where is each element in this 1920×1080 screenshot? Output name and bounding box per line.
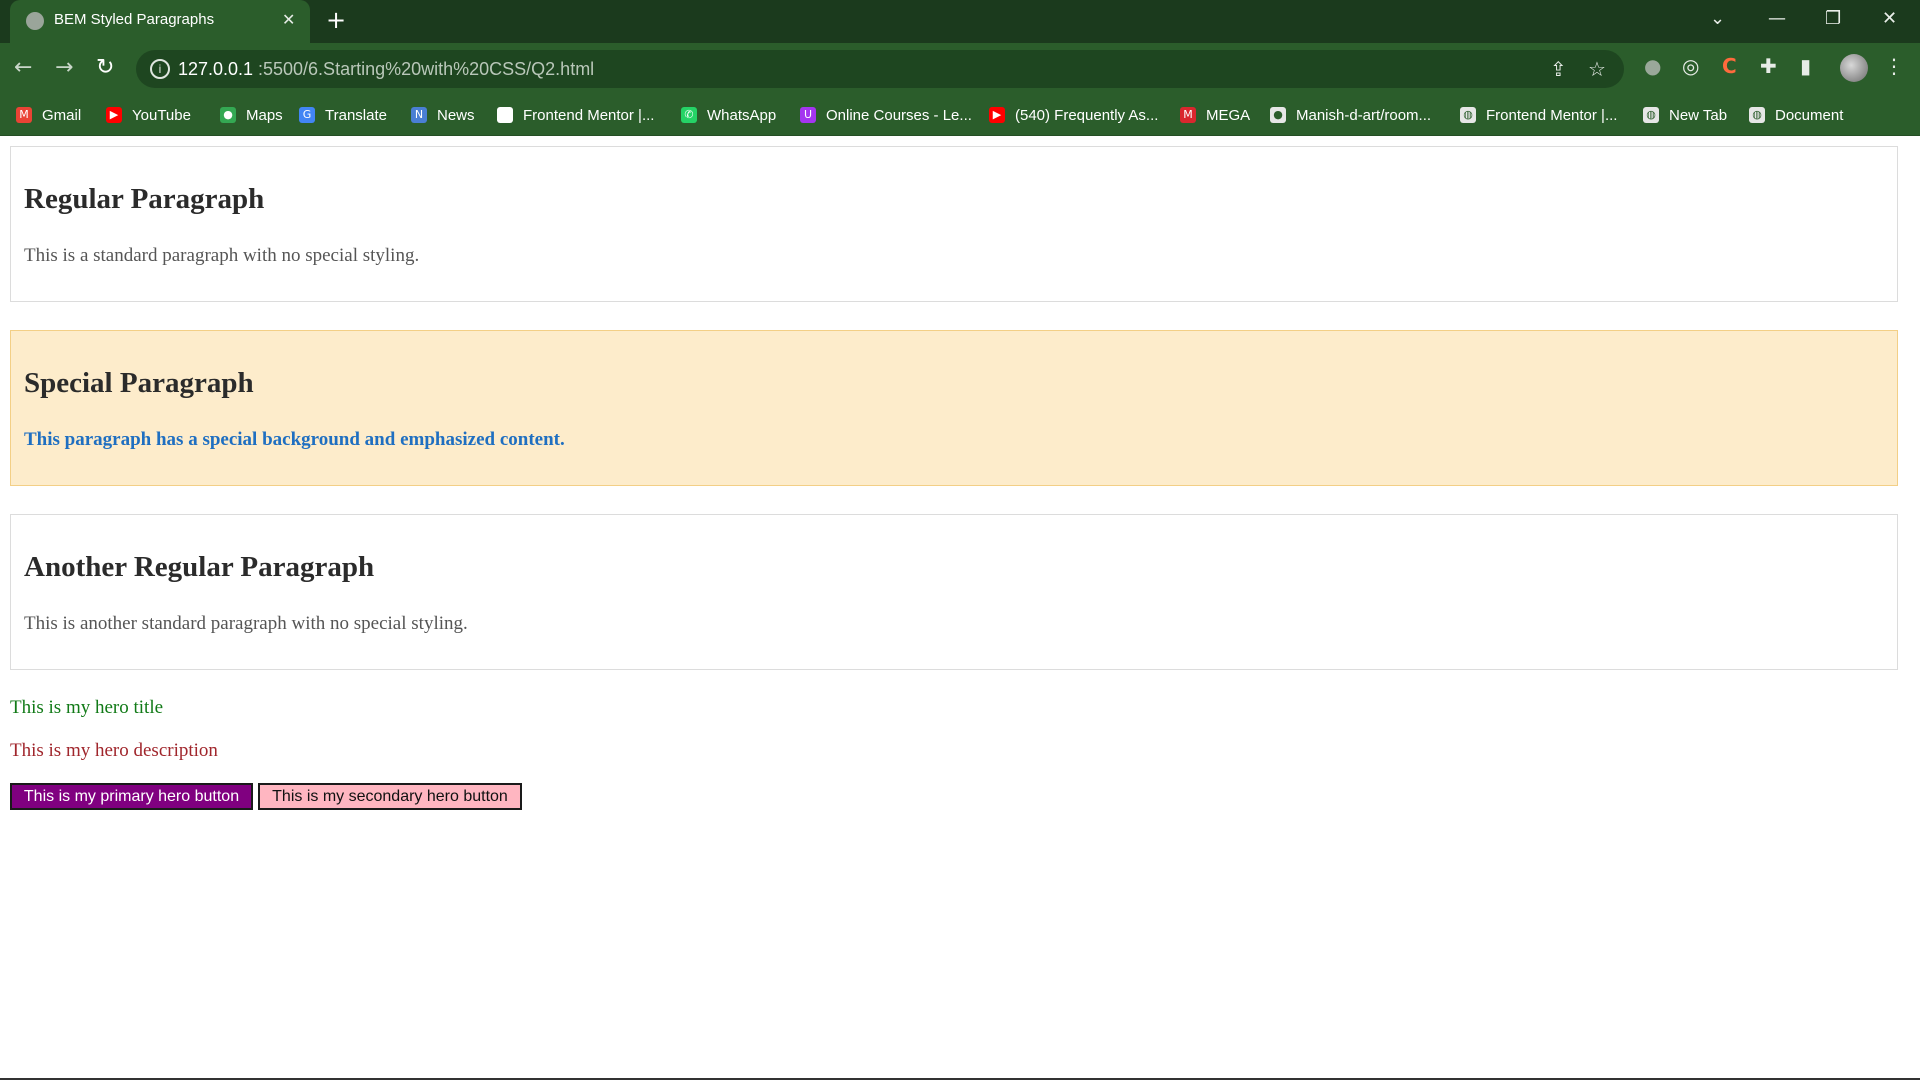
bookmark-item[interactable]: ◍ Frontend Mentor |...	[1460, 103, 1617, 127]
site-info-icon[interactable]: i	[150, 59, 170, 79]
udemy-icon: U	[800, 107, 816, 123]
bookmark-item[interactable]: ✆ WhatsApp	[681, 103, 776, 127]
youtube-icon: ▶	[989, 107, 1005, 123]
special-paragraph-card: Special Paragraph This paragraph has a s…	[10, 330, 1898, 486]
hero-title: This is my hero title	[10, 697, 164, 718]
bookmark-item[interactable]: ● Maps	[220, 103, 283, 127]
bookmark-label: Gmail	[42, 106, 82, 124]
page-content: Regular Paragraph This is a standard par…	[0, 136, 1920, 1080]
bookmark-label: MEGA	[1206, 106, 1251, 124]
bookmark-label: Frontend Mentor |...	[1486, 106, 1618, 124]
regular-paragraph-card: Regular Paragraph This is a standard par…	[10, 146, 1898, 302]
bookmark-label: WhatsApp	[707, 106, 777, 124]
another-regular-paragraph-card: Another Regular Paragraph This is anothe…	[10, 514, 1898, 670]
bookmark-item[interactable]: U Online Courses - Le...	[800, 103, 972, 127]
menu-kebab-icon[interactable]: ⋮	[1884, 54, 1904, 78]
bookmark-item[interactable]: M Gmail	[16, 103, 81, 127]
bookmark-item[interactable]: ◍ Document	[1749, 103, 1843, 127]
browser-toolbar: ← → ↻ i 127.0.0.1 :5500/6.Starting%20wit…	[0, 43, 1920, 95]
bookmark-label: News	[437, 106, 475, 124]
profile-avatar[interactable]	[1840, 54, 1868, 82]
bookmark-label: Maps	[246, 106, 283, 124]
bookmarks-bar: M Gmail ▶ YouTube ● Maps G Translate N News Fronte…	[0, 95, 1920, 136]
close-window-icon[interactable]: ✕	[1882, 8, 1897, 29]
address-bar[interactable]: i 127.0.0.1 :5500/6.Starting%20with%20CS…	[136, 50, 1624, 88]
maps-icon: ●	[220, 107, 236, 123]
restore-icon[interactable]: ❐	[1825, 8, 1841, 29]
bookmark-item[interactable]: ◍ New Tab	[1643, 103, 1727, 127]
card-heading: Another Regular Paragraph	[24, 551, 375, 583]
bookmark-label: YouTube	[132, 106, 191, 124]
share-icon[interactable]: ⇪	[1550, 57, 1567, 81]
bookmark-label: Manish-d-art/room...	[1296, 106, 1432, 124]
globe-icon: ◍	[1460, 107, 1476, 123]
bookmark-label: Online Courses - Le...	[826, 106, 972, 124]
tab-search-chevron-icon[interactable]: ⌄	[1710, 8, 1725, 29]
bookmark-item[interactable]: N News	[411, 103, 475, 127]
url-host: 127.0.0.1	[178, 59, 254, 79]
bookmark-star-icon[interactable]: ☆	[1588, 57, 1606, 81]
reload-icon[interactable]: ↻	[96, 55, 114, 80]
extension-icon[interactable]: ●	[1644, 54, 1661, 78]
tab-title: BEM Styled Paragraphs	[54, 11, 215, 28]
bookmark-item[interactable]: Frontend Mentor |...	[497, 103, 654, 127]
gmail-icon: M	[16, 107, 32, 123]
side-panel-icon[interactable]: ▮	[1800, 54, 1811, 78]
tab-strip: BEM Styled Paragraphs ✕ + ⌄ — ❐ ✕	[0, 0, 1920, 43]
hero-description: This is my hero description	[10, 740, 218, 761]
document-icon: ◍	[1749, 107, 1765, 123]
bookmark-item[interactable]: ● Manish-d-art/room...	[1270, 103, 1431, 127]
new-tab-icon[interactable]: +	[326, 6, 346, 34]
bookmark-item[interactable]: ▶ YouTube	[106, 103, 191, 127]
news-icon: N	[411, 107, 427, 123]
github-icon: ●	[1270, 107, 1286, 123]
bookmark-label: Translate	[325, 106, 387, 124]
whatsapp-icon: ✆	[681, 107, 697, 123]
translate-icon: G	[299, 107, 315, 123]
card-text: This paragraph has a special background …	[24, 429, 565, 450]
minimize-icon[interactable]: —	[1768, 8, 1786, 29]
extensions-puzzle-icon[interactable]: ✚	[1760, 54, 1777, 78]
globe-icon: ◍	[1643, 107, 1659, 123]
active-tab[interactable]: BEM Styled Paragraphs ✕	[10, 0, 310, 43]
mega-icon: M	[1180, 107, 1196, 123]
bookmark-item[interactable]: ▶ (540) Frequently As...	[989, 103, 1158, 127]
extension-target-icon[interactable]: ◎	[1682, 54, 1699, 78]
close-tab-icon[interactable]: ✕	[282, 10, 295, 29]
back-icon[interactable]: ←	[14, 55, 32, 80]
bookmark-label: (540) Frequently As...	[1015, 106, 1159, 124]
card-text: This is a standard paragraph with no spe…	[24, 245, 420, 266]
frontend-mentor-icon	[497, 107, 513, 123]
card-heading: Special Paragraph	[24, 367, 254, 399]
url-path: :5500/6.Starting%20with%20CSS/Q2.html	[258, 59, 595, 79]
primary-hero-button[interactable]: This is my primary hero button	[10, 783, 253, 810]
card-heading: Regular Paragraph	[24, 183, 265, 215]
youtube-icon: ▶	[106, 107, 122, 123]
forward-icon[interactable]: →	[55, 55, 73, 80]
secondary-hero-button[interactable]: This is my secondary hero button	[258, 783, 522, 810]
bookmark-label: New Tab	[1669, 106, 1728, 124]
globe-icon	[26, 12, 44, 30]
extension-c-icon[interactable]: C	[1722, 54, 1737, 78]
bookmark-item[interactable]: G Translate	[299, 103, 387, 127]
card-text: This is another standard paragraph with …	[24, 613, 468, 634]
bookmark-item[interactable]: M MEGA	[1180, 103, 1250, 127]
bookmark-label: Document	[1775, 106, 1844, 124]
bookmark-label: Frontend Mentor |...	[523, 106, 655, 124]
